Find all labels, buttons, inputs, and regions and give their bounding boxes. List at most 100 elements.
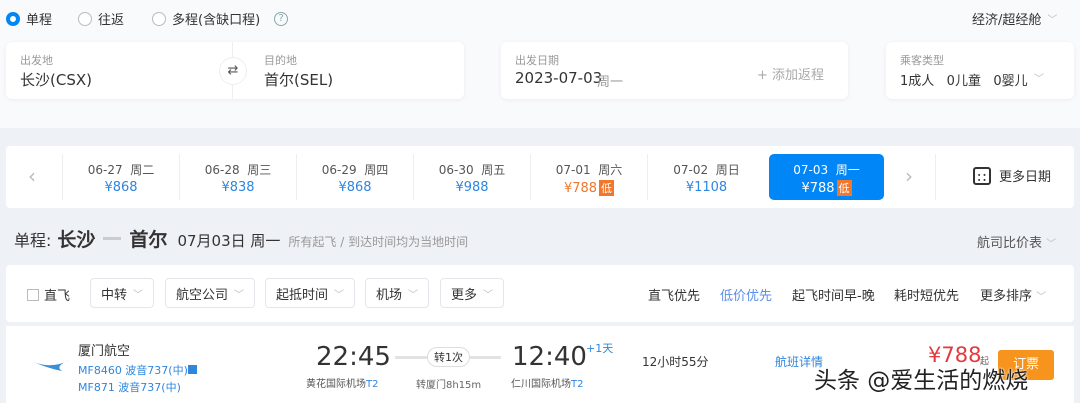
date-option[interactable]: 06-30 周五 ¥988 <box>414 154 531 200</box>
cabin-select[interactable]: 经济/超经舱 ﹀ <box>972 9 1057 28</box>
date: 07-03 周一 <box>793 163 860 177</box>
sort-more[interactable]: 更多排序 ﹀ <box>980 285 1046 304</box>
filter-transfer[interactable]: 中转 ﹀ <box>90 278 155 308</box>
route-line <box>103 237 122 240</box>
more-dates-label: 更多日期 <box>999 170 1052 185</box>
date-label: 出发日期 <box>515 54 559 67</box>
date: 06-27 周二 <box>87 163 155 177</box>
date-field[interactable]: 出发日期 2023-07-03 周一 + 添加返程 <box>501 42 848 99</box>
sort-direct[interactable]: 直飞优先 <box>648 285 700 304</box>
from-value: 长沙(CSX) <box>20 71 92 89</box>
checkbox-icon <box>27 288 39 301</box>
play-icon[interactable] <box>188 365 197 374</box>
date-option[interactable]: 06-28 周三 ¥838 <box>180 154 297 200</box>
label: 更多排序 <box>980 289 1033 304</box>
date-strip: ‹ 06-27 周二 ¥868 06-28 周三 ¥838 06-29 周四 ¥868… <box>6 146 1074 208</box>
filter-more[interactable]: 更多 ﹀ <box>440 278 505 308</box>
price: ¥988 <box>455 180 489 195</box>
to-value: 首尔(SEL) <box>264 71 334 89</box>
low-badge: 低 <box>599 180 615 196</box>
transfer-badge[interactable]: 转1次 <box>427 347 470 367</box>
pax-value: 1成人 0儿童 0婴儿 <box>900 74 1028 89</box>
label: 更多 <box>451 287 478 303</box>
radio-icon <box>6 11 20 26</box>
date: 06-28 周三 <box>204 163 272 177</box>
prev-dates-button[interactable]: ‹ <box>28 164 36 188</box>
price: ¥788 <box>801 181 835 196</box>
departure-airport: 黄花国际机场 <box>306 379 366 390</box>
pax-label: 乘客类型 <box>900 54 944 67</box>
help-icon[interactable]: ? <box>274 11 289 26</box>
chevron-down-icon: ﹀ <box>1034 74 1044 85</box>
label: 起抵时间 <box>276 287 329 303</box>
trip-type-roundtrip[interactable]: 往返 <box>78 9 124 28</box>
page-title: 单程: 长沙 首尔 07月03日 周一 所有起飞 / 到达时间均为当地时间 <box>14 225 468 252</box>
compare-label: 航司比价表 <box>977 236 1043 251</box>
segment-1: MF8460 波音737(中) <box>78 364 188 377</box>
to-label: 目的地 <box>264 54 297 67</box>
date: 07-01 周六 <box>555 163 623 177</box>
cabin-value: 经济/超经舱 <box>972 13 1042 28</box>
trip-type-multi[interactable]: 多程(含缺口程) ? <box>152 9 289 28</box>
add-return-button[interactable]: + 添加返程 <box>757 64 824 83</box>
passenger-field[interactable]: 乘客类型 1成人 0儿童 0婴儿 ﹀ <box>886 42 1074 99</box>
segment-2: MF871 波音737(中) <box>78 381 181 394</box>
trip-type-oneway[interactable]: 单程 <box>6 9 52 28</box>
filter-bar: 直飞 中转 ﹀ 航空公司 ﹀ 起抵时间 ﹀ 机场 ﹀ 更多 ﹀ 直飞优先 低价优先 起飞时… <box>6 265 1074 322</box>
date-option[interactable]: 06-29 周四 ¥868 <box>297 154 414 200</box>
calendar-icon: ∙∙∙ ∙∙∙ <box>973 166 992 185</box>
filter-airport[interactable]: 机场 ﹀ <box>365 278 430 308</box>
weekday: 周一 <box>597 75 624 90</box>
chevron-down-icon: ﹀ <box>234 289 245 301</box>
from-label: 出发地 <box>20 54 53 67</box>
sort-departure[interactable]: 起飞时间早-晚 <box>792 285 875 304</box>
watermark: 头条 @爱生活的燃烧 <box>814 368 1029 394</box>
date-option[interactable]: 07-01 周六 ¥788 低 <box>531 154 648 200</box>
filter-airline[interactable]: 航空公司 ﹀ <box>165 278 256 308</box>
date: 06-29 周四 <box>321 163 389 177</box>
low-badge: 低 <box>836 180 852 196</box>
direct-checkbox[interactable]: 直飞 <box>27 285 70 304</box>
timezone-note: 所有起飞 / 到达时间均为当地时间 <box>288 235 469 249</box>
transfer-info: 转厦门8h15m <box>416 380 482 391</box>
sort-price[interactable]: 低价优先 <box>720 285 772 304</box>
direct-label: 直飞 <box>44 289 71 304</box>
date-option[interactable]: 06-27 周二 ¥868 <box>63 154 180 200</box>
radio-icon <box>78 11 92 26</box>
label: 单程 <box>26 13 53 28</box>
date: 07-02 周日 <box>673 163 740 177</box>
date-value: 2023-07-03 <box>515 69 603 87</box>
next-dates-button[interactable]: › <box>905 164 913 188</box>
arrival-airport: 仁川国际机场 <box>511 379 571 390</box>
departure-time: 22:45 <box>316 342 391 372</box>
chevron-down-icon: ﹀ <box>133 289 144 301</box>
price: ¥1108 <box>685 180 728 195</box>
arrival-time: 12:40 <box>512 342 587 372</box>
airline-compare-button[interactable]: 航司比价表 ﹀ <box>977 232 1056 251</box>
chevron-down-icon: ﹀ <box>483 289 494 301</box>
label: 航空公司 <box>176 287 229 303</box>
plus-day: +1天 <box>586 342 614 355</box>
sort-duration[interactable]: 耗时短优先 <box>894 285 959 304</box>
price: ¥868 <box>104 180 138 195</box>
airline-logo-icon <box>32 360 70 371</box>
chevron-down-icon: ﹀ <box>1046 239 1057 250</box>
departure-terminal: T2 <box>366 379 379 390</box>
date-option-selected[interactable]: 07-03 周一 ¥788 低 <box>769 154 884 200</box>
route-card: 出发地长沙(CSX) ⇄ 目的地首尔(SEL) <box>6 42 464 99</box>
chevron-down-icon: ﹀ <box>334 289 345 301</box>
label: 机场 <box>376 287 403 303</box>
label: 中转 <box>101 287 128 303</box>
date: 06-30 周五 <box>438 163 506 177</box>
swap-button[interactable]: ⇄ <box>219 57 247 85</box>
title-from: 长沙 <box>57 229 96 251</box>
date-option[interactable]: 07-02 周日 ¥1108 <box>648 154 765 200</box>
filter-time[interactable]: 起抵时间 ﹀ <box>265 278 356 308</box>
price: ¥788 <box>563 181 598 196</box>
more-dates-button[interactable]: ∙∙∙ ∙∙∙ 更多日期 <box>973 166 1051 185</box>
arrival-terminal: T2 <box>571 379 584 390</box>
radio-icon <box>152 11 166 26</box>
trip-prefix: 单程: <box>14 231 52 250</box>
chevron-down-icon: ﹀ <box>1047 15 1058 26</box>
airline-name: 厦门航空 <box>78 344 131 359</box>
